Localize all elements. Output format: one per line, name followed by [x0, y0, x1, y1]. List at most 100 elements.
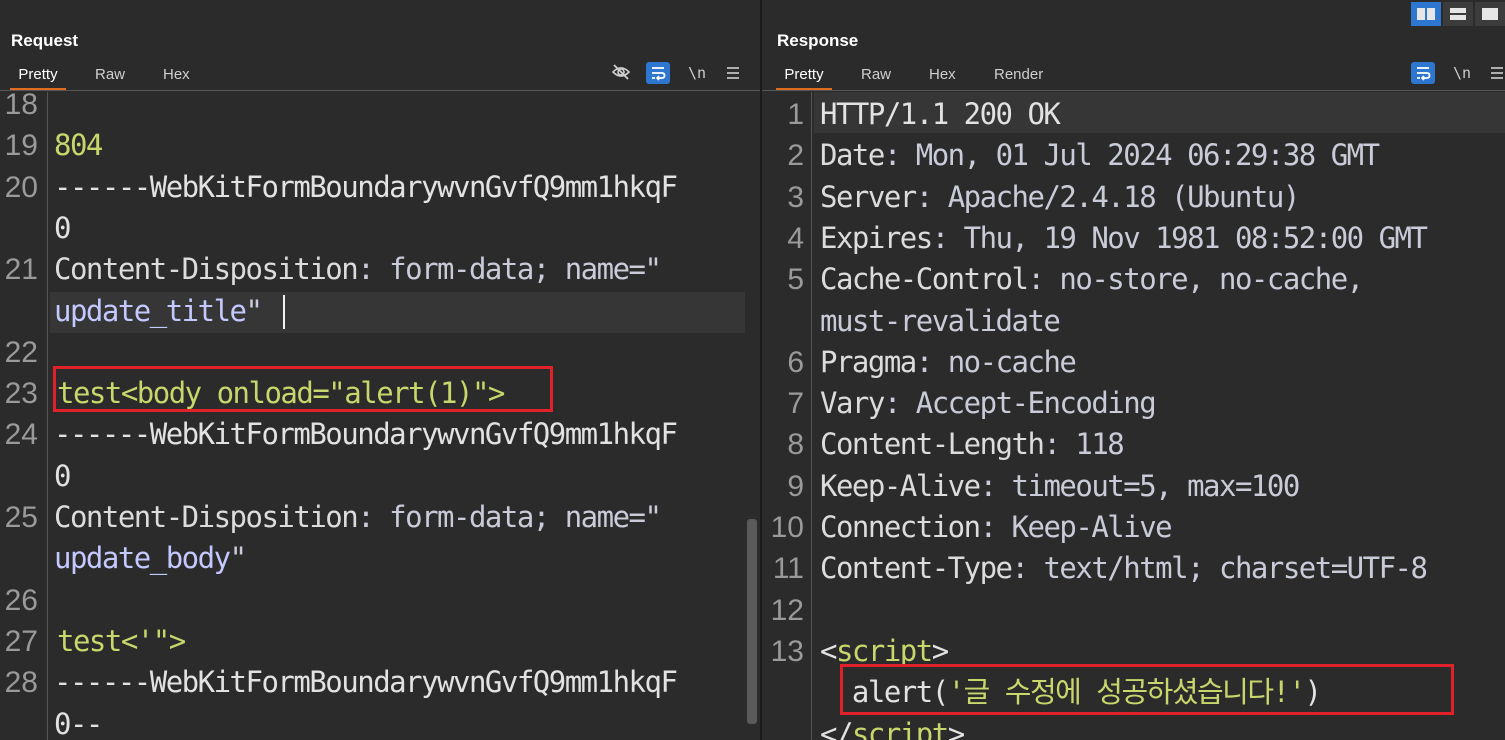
newline-toggle-button[interactable]: \n [1450, 62, 1474, 84]
wrap-icon[interactable] [646, 62, 670, 84]
code-line: 21 Content-Disposition: form-data; name=" [0, 249, 745, 290]
response-tabs: Pretty Raw Hex Render [762, 64, 1505, 90]
wrap-icon[interactable] [1411, 62, 1435, 84]
header-name: Content-Disposition [54, 500, 359, 534]
header-name: Pragma [820, 344, 917, 379]
header-name: Vary [820, 386, 885, 421]
line-number: 18 [4, 88, 38, 121]
line-number: 22 [4, 335, 38, 369]
code-line: 20 ------WebKitFormBoundarywvnGvfQ9mm1hkq… [0, 167, 745, 208]
tag-close: > [947, 716, 965, 740]
line-number: 3 [787, 180, 804, 214]
header-separator: : [979, 510, 1012, 544]
line-number: 13 [770, 634, 804, 668]
header-name: Content-Length [820, 427, 1045, 462]
line-number: 1 [787, 98, 804, 131]
code-line: must-revalidate [762, 301, 1505, 342]
response-title: Response [777, 31, 859, 50]
request-scrollbar[interactable] [747, 519, 757, 724]
code-line: 4 Expires: Thu, 19 Nov 1981 08:52:00 GMT [762, 218, 1505, 259]
line-text: 0-- [54, 706, 103, 740]
header-value: 118 [1075, 427, 1124, 462]
single-panel-icon[interactable] [1475, 2, 1505, 26]
newline-toggle-button[interactable]: \n [685, 62, 709, 84]
line-number: 25 [4, 501, 38, 534]
line-text: 0 [54, 210, 71, 245]
header-value: timeout=5, max=100 [1011, 468, 1301, 503]
header-value: form-data; name=" [389, 500, 662, 534]
tab-response-render[interactable]: Render [994, 64, 1043, 88]
line-number: 2 [787, 139, 804, 173]
line-number: 10 [770, 511, 804, 544]
line-number: 11 [772, 552, 804, 586]
highlight-box-alert [840, 664, 1454, 715]
line-text: 804 [54, 128, 103, 163]
header-separator: : [915, 179, 948, 214]
response-editor[interactable]: 1 HTTP/1.1 200 OK 2 Date: Mon, 01 Jul 2024 … [762, 92, 1505, 740]
header-value: update_title [54, 293, 247, 328]
header-name: Server [820, 179, 917, 214]
hamburger-icon[interactable] [1488, 62, 1505, 84]
code-line: 24 ------WebKitFormBoundarywvnGvfQ9mm1hkq… [0, 414, 745, 455]
line-number: 9 [787, 469, 804, 503]
line-text: ------WebKitFormBoundarywvnGvfQ9mm1hkqF [54, 169, 678, 204]
quote-char: " [245, 293, 263, 328]
code-line: 1 HTTP/1.1 200 OK [762, 94, 1505, 135]
code-line: 12 [762, 590, 1505, 631]
header-value: Keep-Alive [1011, 510, 1173, 544]
code-line: 7 Vary: Accept-Encoding [762, 383, 1505, 424]
header-value: text/html; charset=UTF-8 [1043, 551, 1428, 586]
line-number: 5 [787, 263, 804, 297]
tag-open: < [820, 633, 837, 668]
header-name: Expires [820, 220, 933, 255]
code-line: 8 Content-Length: 118 [762, 424, 1505, 465]
side-by-side-icon[interactable] [1411, 2, 1441, 26]
layout-toggles [1411, 2, 1505, 26]
line-text: HTTP/1.1 200 OK [820, 97, 1061, 131]
code-line: 5 Cache-Control: no-store, no-cache, [762, 259, 1505, 300]
top-bottom-icon[interactable] [1443, 2, 1473, 26]
hamburger-icon[interactable] [722, 62, 744, 84]
header-name: Date [820, 138, 885, 173]
header-separator: : [1027, 262, 1060, 297]
code-line: 11 Content-Type: text/html; charset=UTF-8 [762, 548, 1505, 589]
eye-off-icon[interactable] [609, 62, 633, 84]
line-number: 26 [4, 583, 38, 617]
line-text: ------WebKitFormBoundarywvnGvfQ9mm1hkqF [54, 665, 678, 700]
code-line: 10 Connection: Keep-Alive [762, 507, 1505, 548]
header-separator: : [915, 344, 948, 379]
header-value: no-cache [947, 344, 1077, 379]
tab-response-pretty[interactable]: Pretty [776, 64, 832, 90]
code-line: 0 [0, 208, 745, 249]
line-text: test<'"> [57, 623, 186, 658]
code-line: 6 Pragma: no-cache [762, 342, 1505, 383]
code-line: </script> [762, 714, 1505, 740]
code-line: 28 ------WebKitFormBoundarywvnGvfQ9mm1hkq… [0, 662, 745, 703]
header-value: no-store, no-cache, [1059, 262, 1364, 297]
request-panel: Request Pretty Raw Hex \n 18 19 804 20 -----… [0, 0, 760, 740]
header-separator: : [357, 252, 390, 287]
code-line: update_title" [0, 291, 745, 332]
tag-name: script [835, 633, 933, 668]
code-line: 2 Date: Mon, 01 Jul 2024 06:29:38 GMT [762, 135, 1505, 176]
tag-open: </ [820, 716, 853, 740]
tag-close: > [931, 633, 949, 668]
header-value: must-revalidate [820, 303, 1061, 338]
line-number: 24 [4, 418, 38, 452]
header-value: update_body [54, 541, 231, 576]
line-number: 19 [4, 129, 38, 163]
header-separator: : [979, 468, 1012, 503]
header-value: Thu, 19 Nov 1981 08:52:00 GMT [963, 220, 1428, 255]
header-name: Cache-Control [820, 262, 1029, 297]
request-editor[interactable]: 18 19 804 20 ------WebKitFormBoundarywvnGvfQ… [0, 88, 760, 740]
header-value: Apache/2.4.18 (Ubuntu) [947, 179, 1301, 214]
line-text: 0 [54, 458, 71, 493]
tab-response-hex[interactable]: Hex [929, 64, 956, 88]
code-line: update_body" [0, 538, 745, 579]
code-line: 27 test<'"> [0, 621, 745, 662]
line-number: 21 [4, 253, 38, 287]
tab-response-raw[interactable]: Raw [861, 64, 891, 88]
line-number: 6 [787, 345, 804, 379]
response-panel: Response Pretty Raw Hex Render \n 1 HTTP/… [762, 0, 1505, 740]
line-text: ------WebKitFormBoundarywvnGvfQ9mm1hkqF [54, 417, 678, 452]
